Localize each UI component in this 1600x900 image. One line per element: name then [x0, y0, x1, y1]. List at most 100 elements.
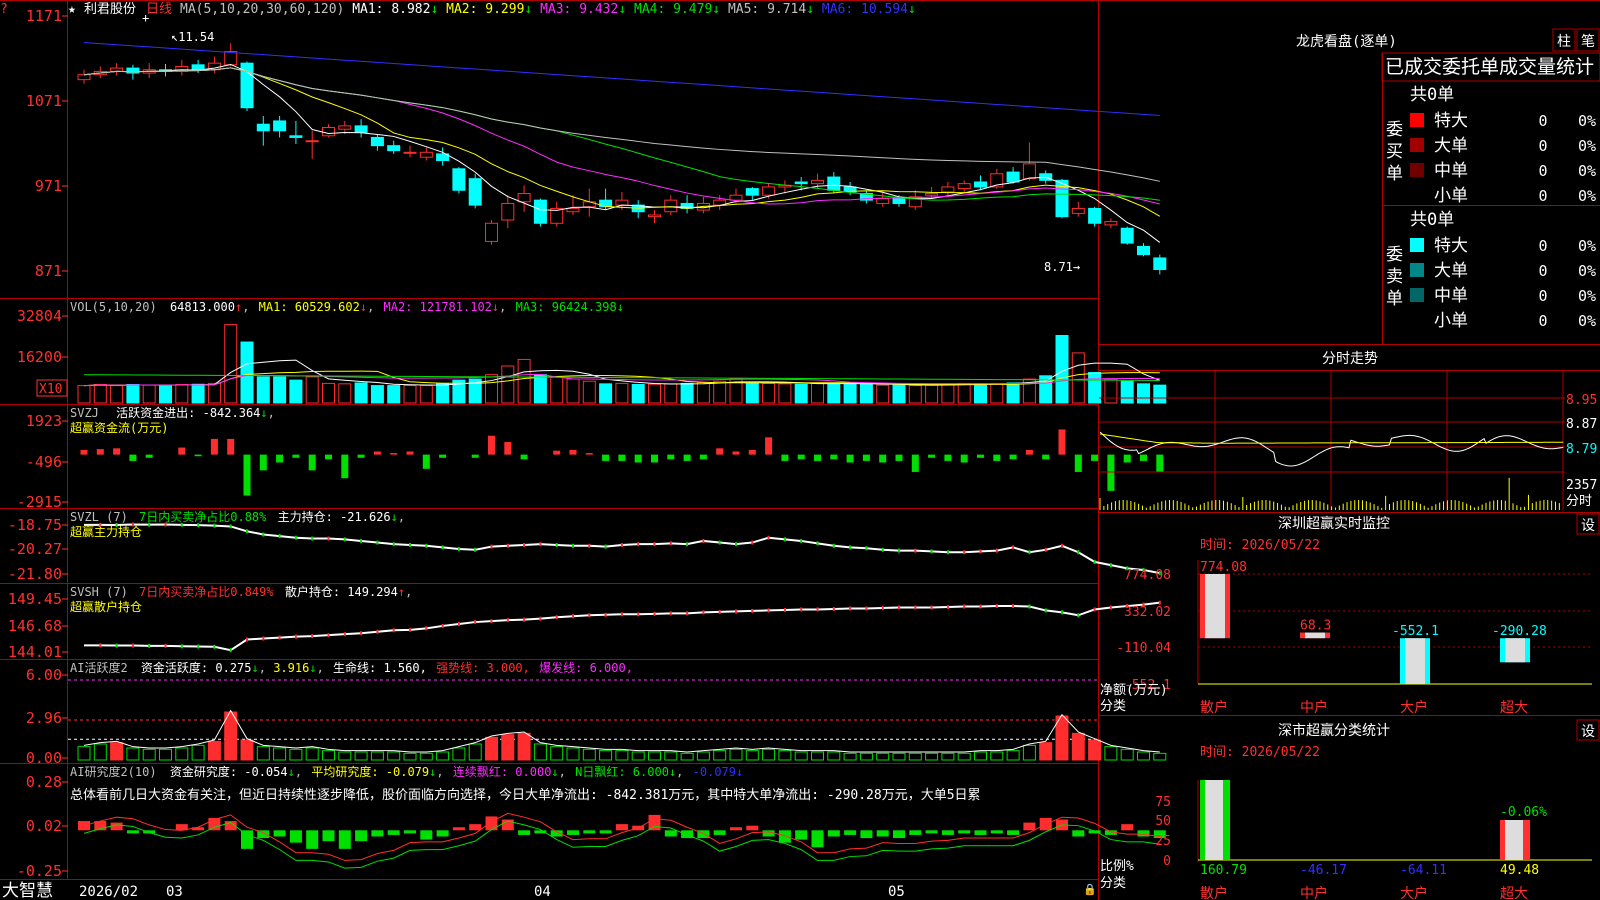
lhkp-side-label: 卖: [1386, 267, 1403, 287]
y-tick-label: -0.25: [17, 862, 62, 880]
lhkp-tab-bar[interactable]: 柱: [1557, 34, 1571, 50]
low-mark: 8.71→: [1044, 260, 1080, 274]
ai1-bar: [615, 750, 629, 761]
svzj-bar: [716, 448, 724, 455]
svzl-line: [84, 522, 1161, 576]
svzj-bar: [1042, 454, 1050, 460]
candle: [941, 186, 955, 193]
ai2-bar: [567, 830, 579, 835]
y-tick-label: 0.00: [26, 749, 62, 767]
vol-bar: [696, 382, 710, 404]
candle: [387, 145, 401, 152]
monitor-settings-button[interactable]: 设: [1581, 518, 1595, 534]
vol-bar: [1137, 383, 1150, 404]
ai1-bar: [370, 751, 384, 761]
vol-bar: [974, 383, 987, 404]
ai2-bar: [713, 830, 726, 835]
lhkp-swatch: [1410, 263, 1424, 277]
svzj-bar: [683, 454, 691, 461]
ai2-bar: [1007, 830, 1020, 835]
classify-value: 49.48: [1500, 863, 1539, 878]
ai2-bar: [615, 824, 628, 831]
candle: [322, 127, 335, 137]
svzj-bar: [911, 454, 919, 472]
vol-bar: [778, 383, 792, 404]
svsh-header: SVSH (7) 7日内买卖净占比0.849% 散户持仓: 149.294↑, …: [70, 584, 412, 614]
ai1-bar: [876, 752, 890, 761]
candle: [1071, 207, 1085, 214]
ai1-bar: [338, 751, 352, 761]
candle: [1104, 221, 1118, 226]
svzl-sub: 超赢主力持仓: [70, 524, 142, 539]
ai2-consecutive: 连续飘红: 0.000: [453, 764, 552, 779]
ai1-bar: [908, 752, 922, 761]
lhkp-side-label: 买: [1386, 142, 1403, 162]
svsh-polyline: [84, 601, 1160, 652]
ai1-bar: [240, 739, 254, 761]
lhkp-tab-tick[interactable]: 笔: [1581, 34, 1595, 50]
vol-bar: [142, 384, 156, 404]
ai2-nday: N日飘红: 6.000: [575, 764, 669, 779]
svzj-value: 活跃资金进出: -842.364: [116, 405, 260, 420]
svzj-bar: [618, 454, 626, 461]
svsh-label: SVSH (7): [70, 585, 128, 599]
ai1-bar: [517, 732, 531, 761]
monitor-y-tick: 332.02: [1124, 605, 1171, 620]
ma-legend-arrow: ↓: [524, 2, 540, 17]
y-tick-label: 1171: [26, 7, 62, 25]
ai1-bar: [859, 752, 873, 761]
ai1-bar: [892, 752, 906, 761]
vol-bar: [517, 358, 531, 404]
ai1-bar: [387, 751, 401, 761]
svzj-bar: [993, 454, 1001, 461]
lock-icon[interactable]: 🔒: [1083, 883, 1097, 896]
ai2-bar: [1072, 830, 1085, 837]
ai2-bar: [925, 830, 938, 834]
ai2-research: 资金研究度: -0.054: [170, 764, 288, 779]
vol-bar: [745, 382, 759, 404]
stock-name[interactable]: 利君股份: [84, 2, 136, 17]
svzj-bar: [227, 438, 235, 455]
svg-text:SVSH (7) 7日内买卖净占比0.849%: SVSH (7) 7日内买卖净占比0.849% 散户持仓: 149.294↑,: [70, 584, 412, 599]
period-label[interactable]: 日线: [146, 2, 172, 17]
vol-ma3: MA3: 96424.398: [516, 300, 617, 314]
vol-bar: [925, 384, 939, 404]
lhkp-side-label: 委: [1386, 120, 1403, 140]
svzj-bar: [504, 442, 512, 455]
vol-bar: [859, 383, 873, 404]
ai2-bar: [746, 825, 759, 831]
ai1-bars: [68, 679, 1167, 761]
monitor-panel: 深圳超赢实时监控 设 时间: 2026/05/22 774.08 332.02 -1…: [1100, 513, 1600, 716]
vol-bar: [1006, 382, 1020, 404]
vol-bar: [794, 383, 808, 404]
candle: [517, 193, 531, 203]
svzj-bar: [765, 437, 773, 455]
candle: [403, 151, 417, 154]
classify-y-tick: 25: [1155, 834, 1171, 849]
candle: [974, 181, 987, 188]
star-icon[interactable]: ★: [68, 2, 76, 17]
ai1-bar: [1055, 715, 1069, 761]
monitor-category: 超大: [1500, 700, 1528, 716]
svzj-bar: [699, 454, 707, 460]
vol-bar: [648, 383, 661, 404]
ai2-bar: [289, 830, 302, 843]
intraday-chart: [1099, 371, 1565, 510]
ai2-bar: [958, 830, 971, 834]
ai1-bar: [925, 752, 939, 761]
vol-bar: [403, 385, 417, 404]
svzj-bar: [96, 449, 104, 455]
lhkp-row-count: 0: [1538, 162, 1547, 180]
vol-bar: [713, 380, 727, 404]
vol-bar: [1120, 380, 1134, 404]
classify-settings-button[interactable]: 设: [1581, 724, 1595, 740]
vol-bar: [566, 378, 580, 404]
ma-legend-arrow: ↓: [618, 2, 634, 17]
ai2-extra: -0.079: [693, 765, 736, 779]
classify-panel: 深市超赢分类统计 设 时间: 2026/05/22 75 50 25 0 -0.06% 1…: [1100, 719, 1600, 900]
intraday-tick-2: 8.79: [1566, 442, 1597, 457]
pin-icon[interactable]: ?: [0, 2, 8, 17]
main-chart-canvas[interactable]: 1171 1071 971 871 32804 16200 1923 -496 -2915 -18…: [0, 0, 1600, 900]
vol-bar: [664, 383, 678, 404]
ai2-bar: [1137, 830, 1150, 837]
